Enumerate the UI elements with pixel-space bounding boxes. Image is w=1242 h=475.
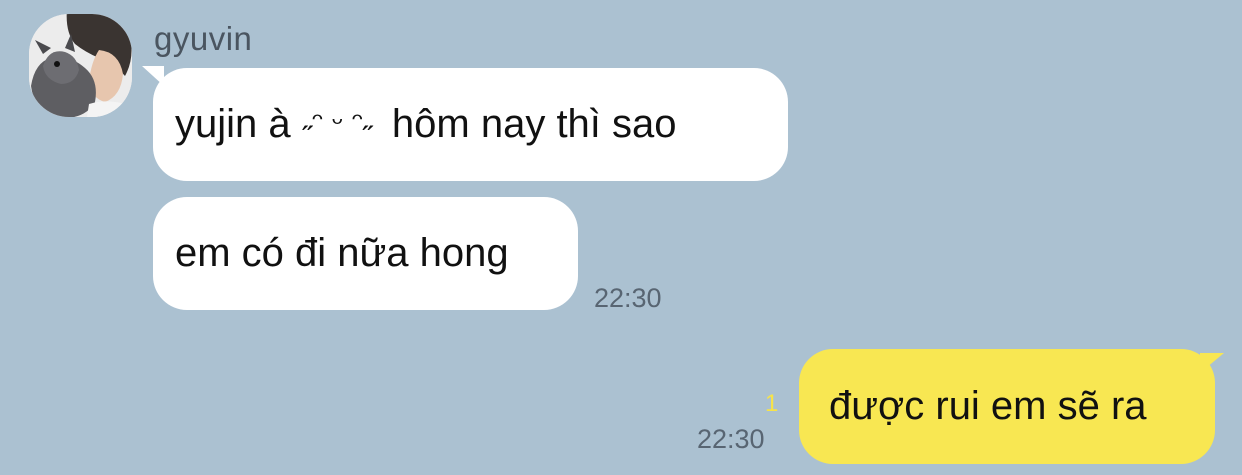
incoming-message-bubble[interactable]: yujin à ˶ᵔ ᵕ ᵔ˶ hôm nay thì sao bbox=[153, 68, 788, 181]
message-text: được rui em sẽ ra bbox=[829, 384, 1147, 428]
incoming-timestamp: 22:30 bbox=[594, 283, 662, 313]
unread-count-badge: 1 bbox=[765, 390, 779, 417]
message-text: yujin à bbox=[175, 102, 291, 146]
outgoing-message-bubble[interactable]: được rui em sẽ ra bbox=[799, 349, 1215, 464]
sender-name: gyuvin bbox=[154, 20, 253, 57]
sender-avatar[interactable] bbox=[29, 14, 132, 117]
kaomoji-emoticon: ˶ᵔ ᵕ ᵔ˶ bbox=[302, 107, 373, 142]
outgoing-timestamp: 22:30 bbox=[697, 424, 765, 454]
incoming-message-bubble[interactable]: em có đi nữa hong bbox=[153, 197, 578, 310]
message-text: em có đi nữa hong bbox=[175, 231, 509, 275]
message-text-continued: hôm nay thì sao bbox=[391, 102, 677, 146]
